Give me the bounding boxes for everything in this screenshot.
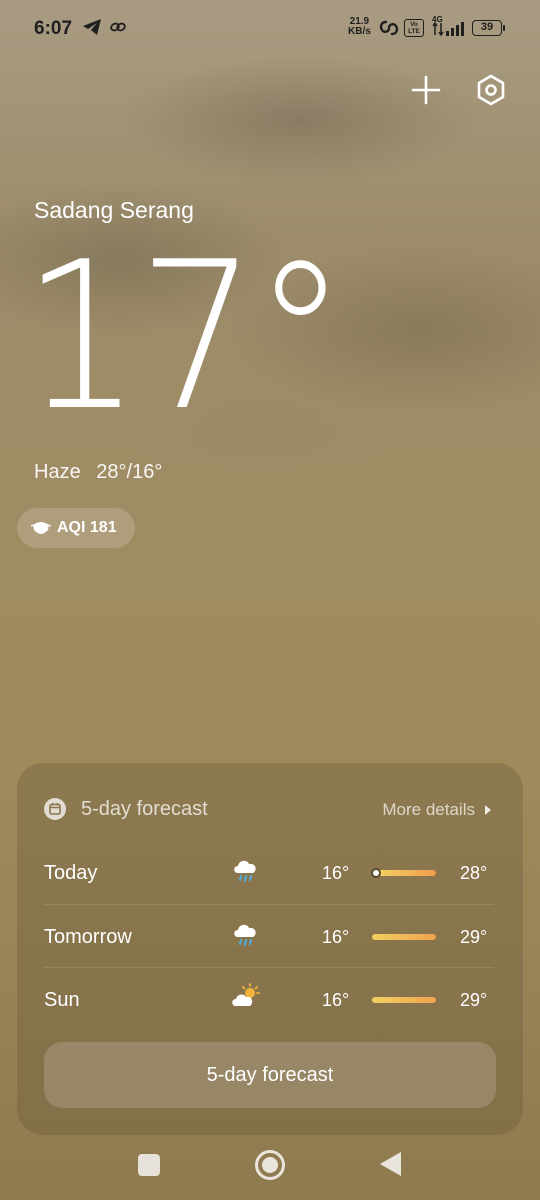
calendar-icon xyxy=(44,798,66,820)
battery-indicator: 39 xyxy=(472,20,505,36)
forecast-header: 5-day forecast xyxy=(43,797,208,821)
telegram-icon xyxy=(83,19,101,35)
forecast-title: 5-day forecast xyxy=(81,797,208,820)
five-day-forecast-button[interactable]: 5-day forecast xyxy=(44,1042,496,1108)
mask-icon xyxy=(31,522,51,534)
temp-range-bar xyxy=(372,934,436,940)
chevron-right-icon xyxy=(485,805,491,815)
forecast-low: 16° xyxy=(322,927,350,947)
rain-cloud-icon xyxy=(234,860,256,882)
more-details-link[interactable]: More details xyxy=(382,800,491,820)
recents-button[interactable] xyxy=(138,1154,160,1176)
temp-range: 28°/16° xyxy=(96,461,163,483)
plus-icon xyxy=(411,75,441,105)
settings-button[interactable] xyxy=(474,73,508,107)
forecast-row[interactable]: Today 16° 28° xyxy=(44,841,494,904)
more-details-label: More details xyxy=(382,800,475,819)
forecast-low: 16° xyxy=(322,990,350,1010)
add-city-button[interactable] xyxy=(410,74,442,106)
aqi-badge[interactable]: AQI 181 xyxy=(17,508,135,548)
forecast-low: 16° xyxy=(322,863,350,883)
forecast-day: Tomorrow xyxy=(44,926,132,948)
forecast-row[interactable]: Sun 16° 29° xyxy=(44,967,494,1030)
forecast-row[interactable]: Tomorrow 16° 29° xyxy=(44,904,494,967)
hexagon-settings-icon xyxy=(477,74,505,106)
link-icon xyxy=(110,22,126,32)
network-speed: 21.9 KB/s xyxy=(348,16,371,37)
aqi-label: AQI 181 xyxy=(57,519,117,536)
forecast-high: 28° xyxy=(460,863,488,883)
current-temp-marker xyxy=(371,868,381,878)
hotspot-icon xyxy=(379,20,399,36)
forecast-day: Today xyxy=(44,862,98,884)
volte-badge: Vo LTE xyxy=(404,19,424,37)
current-temperature: 17° xyxy=(22,219,347,456)
status-bar: 6:07 21.9 KB/s Vo LTE 4G 39 xyxy=(0,0,540,58)
condition-text: Haze xyxy=(34,461,81,483)
home-button[interactable] xyxy=(255,1150,285,1180)
rain-cloud-icon xyxy=(234,924,256,946)
signal-icon xyxy=(432,22,464,36)
temp-range-bar xyxy=(371,868,436,878)
forecast-day: Sun xyxy=(44,989,80,1011)
forecast-high: 29° xyxy=(460,990,488,1010)
back-button[interactable] xyxy=(380,1152,401,1176)
current-condition: Haze 28°/16° xyxy=(34,461,162,484)
partly-sunny-icon xyxy=(232,983,260,1006)
forecast-card: 5-day forecast More details Today 16° 28… xyxy=(17,763,523,1135)
clock: 6:07 xyxy=(34,18,73,39)
temp-range-bar xyxy=(372,997,436,1003)
forecast-high: 29° xyxy=(460,927,488,947)
